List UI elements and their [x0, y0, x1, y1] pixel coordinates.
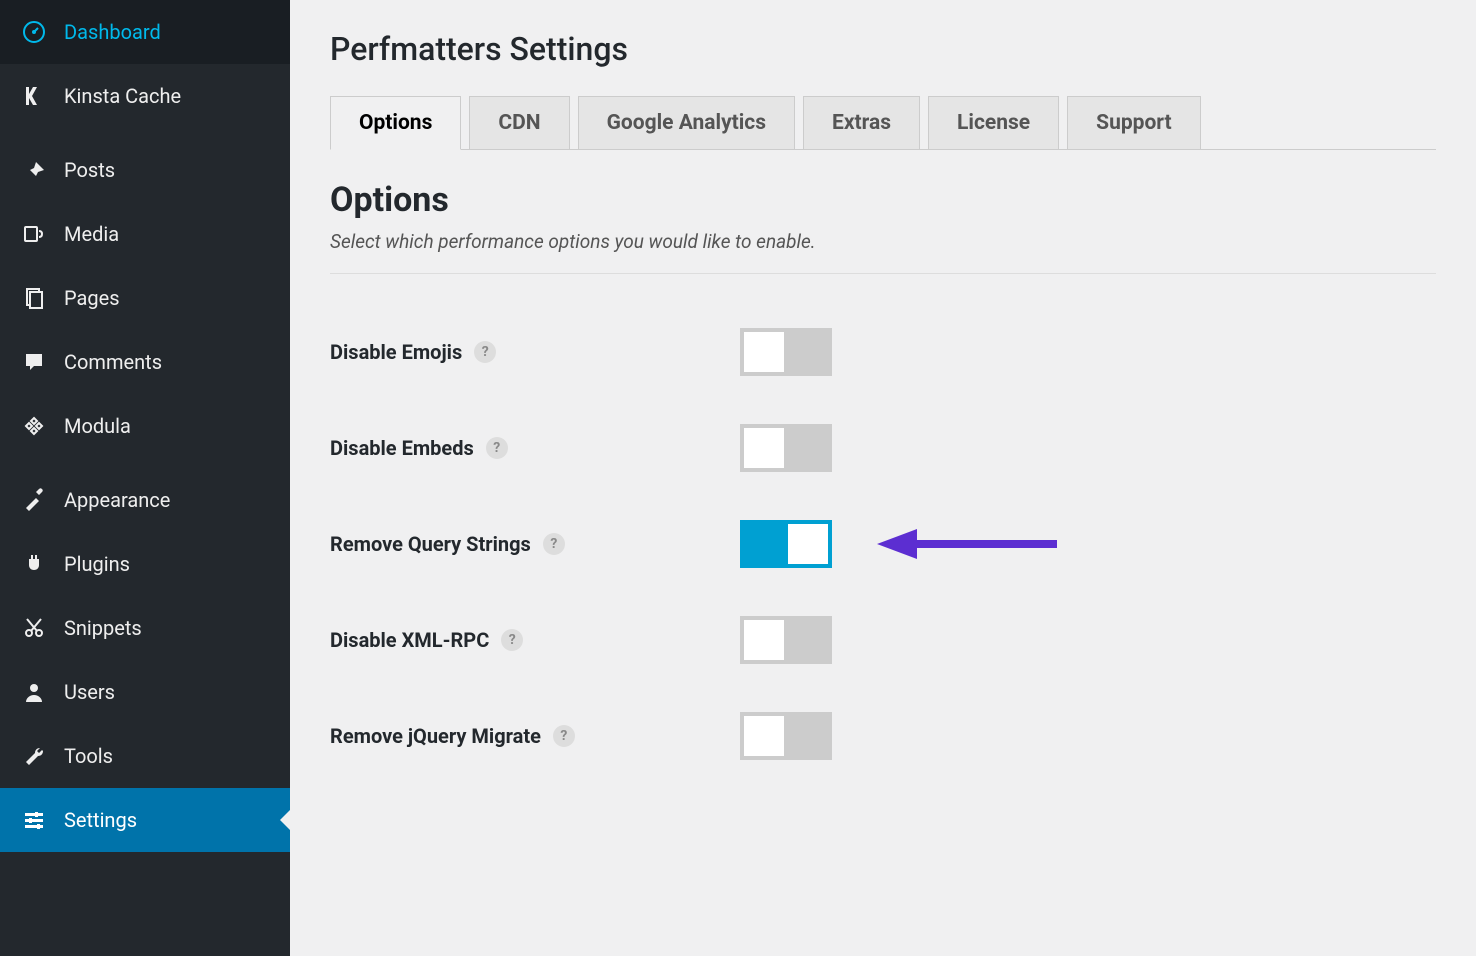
option-label-wrap: Remove Query Strings? — [330, 532, 740, 556]
sidebar-item-modula[interactable]: Modula — [0, 394, 290, 458]
toggle-disable-embeds[interactable] — [740, 424, 832, 472]
help-icon[interactable]: ? — [501, 629, 523, 651]
pages-icon — [20, 284, 48, 312]
sidebar-item-label: Pages — [64, 286, 120, 310]
toggle-knob — [744, 620, 784, 660]
help-icon[interactable]: ? — [474, 341, 496, 363]
sidebar-item-plugins[interactable]: Plugins — [0, 532, 290, 596]
sidebar-item-label: Media — [64, 222, 119, 246]
tab-cdn[interactable]: CDN — [469, 96, 569, 150]
sidebar-item-label: Appearance — [64, 488, 170, 512]
option-label-wrap: Remove jQuery Migrate? — [330, 724, 740, 748]
modula-icon — [20, 412, 48, 440]
tab-extras[interactable]: Extras — [803, 96, 920, 150]
sidebar-item-comments[interactable]: Comments — [0, 330, 290, 394]
option-label-wrap: Disable Emojis? — [330, 340, 740, 364]
tab-google-analytics[interactable]: Google Analytics — [578, 96, 795, 150]
sidebar-item-kinsta-cache[interactable]: Kinsta Cache — [0, 64, 290, 128]
option-label: Disable XML-RPC — [330, 628, 489, 652]
help-icon[interactable]: ? — [543, 533, 565, 555]
sidebar-item-label: Dashboard — [64, 20, 161, 44]
sidebar-item-label: Snippets — [64, 616, 142, 640]
help-icon[interactable]: ? — [486, 437, 508, 459]
section-description: Select which performance options you wou… — [330, 230, 1436, 274]
option-row: Disable Emojis? — [330, 304, 1436, 400]
sidebar-separator — [0, 458, 290, 468]
sidebar-item-media[interactable]: Media — [0, 202, 290, 266]
toggle-disable-xml-rpc[interactable] — [740, 616, 832, 664]
section-header: Options — [330, 180, 1436, 220]
sidebar-item-users[interactable]: Users — [0, 660, 290, 724]
admin-sidebar: Dashboard Kinsta Cache Posts Media Pages Comm… — [0, 0, 290, 956]
users-icon — [20, 678, 48, 706]
option-row: Remove Query Strings? — [330, 496, 1436, 592]
option-label: Disable Emojis — [330, 340, 462, 364]
plugins-icon — [20, 550, 48, 578]
sidebar-item-label: Kinsta Cache — [64, 84, 181, 108]
tab-license[interactable]: License — [928, 96, 1059, 150]
tools-icon — [20, 742, 48, 770]
sidebar-item-label: Comments — [64, 350, 162, 374]
help-icon[interactable]: ? — [553, 725, 575, 747]
sidebar-item-dashboard[interactable]: Dashboard — [0, 0, 290, 64]
pointer-arrow-icon — [872, 524, 1062, 564]
pin-icon — [20, 156, 48, 184]
sidebar-item-posts[interactable]: Posts — [0, 138, 290, 202]
option-label: Remove jQuery Migrate — [330, 724, 541, 748]
toggle-knob — [744, 716, 784, 756]
sidebar-item-pages[interactable]: Pages — [0, 266, 290, 330]
comments-icon — [20, 348, 48, 376]
sidebar-item-label: Settings — [64, 808, 137, 832]
media-icon — [20, 220, 48, 248]
sidebar-item-label: Plugins — [64, 552, 130, 576]
option-row: Disable XML-RPC? — [330, 592, 1436, 688]
option-row: Remove jQuery Migrate? — [330, 688, 1436, 784]
dashboard-icon — [20, 18, 48, 46]
toggle-disable-emojis[interactable] — [740, 328, 832, 376]
toggle-knob — [788, 524, 828, 564]
settings-tabs: OptionsCDNGoogle AnalyticsExtrasLicenseS… — [330, 96, 1436, 150]
sidebar-item-appearance[interactable]: Appearance — [0, 468, 290, 532]
sidebar-item-label: Modula — [64, 414, 131, 438]
toggle-knob — [744, 332, 784, 372]
sidebar-item-label: Posts — [64, 158, 115, 182]
sidebar-separator — [0, 128, 290, 138]
toggle-remove-query-strings[interactable] — [740, 520, 832, 568]
kinsta-icon — [20, 82, 48, 110]
settings-icon — [20, 806, 48, 834]
toggle-knob — [744, 428, 784, 468]
sidebar-item-snippets[interactable]: Snippets — [0, 596, 290, 660]
main-content: Perfmatters Settings OptionsCDNGoogle An… — [290, 0, 1476, 956]
option-label-wrap: Disable XML-RPC? — [330, 628, 740, 652]
option-label-wrap: Disable Embeds? — [330, 436, 740, 460]
option-label: Disable Embeds — [330, 436, 474, 460]
options-list: Disable Emojis?Disable Embeds?Remove Que… — [330, 304, 1436, 784]
snippets-icon — [20, 614, 48, 642]
sidebar-item-settings[interactable]: Settings — [0, 788, 290, 852]
appearance-icon — [20, 486, 48, 514]
tab-support[interactable]: Support — [1067, 96, 1200, 150]
option-row: Disable Embeds? — [330, 400, 1436, 496]
sidebar-item-label: Users — [64, 680, 115, 704]
page-title: Perfmatters Settings — [330, 30, 1436, 68]
option-label: Remove Query Strings — [330, 532, 531, 556]
sidebar-item-label: Tools — [64, 744, 113, 768]
tab-options[interactable]: Options — [330, 96, 461, 150]
toggle-remove-jquery-migrate[interactable] — [740, 712, 832, 760]
sidebar-item-tools[interactable]: Tools — [0, 724, 290, 788]
